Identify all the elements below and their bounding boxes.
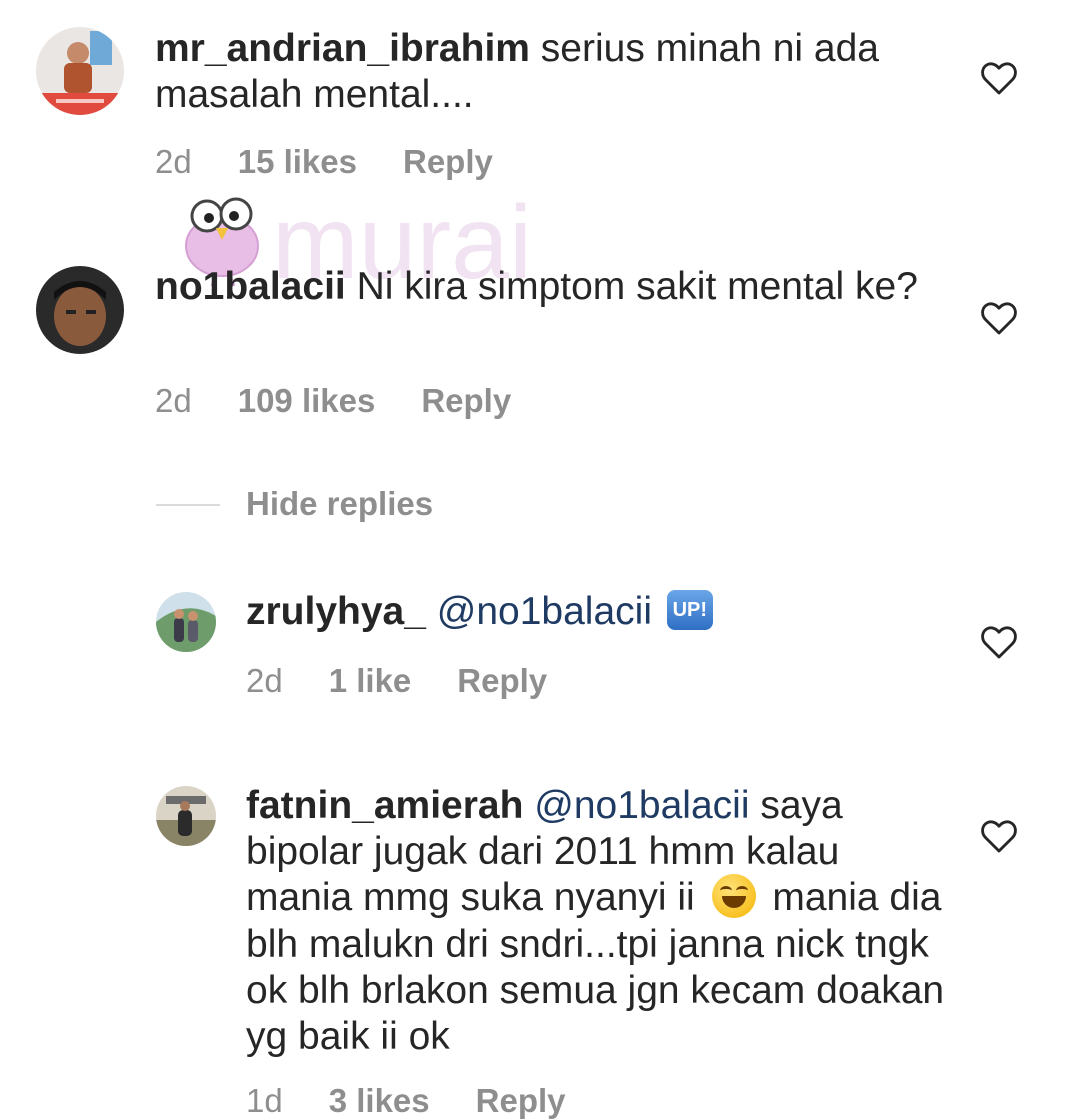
reply-button[interactable]: Reply <box>403 143 493 180</box>
avatar[interactable] <box>156 592 216 652</box>
reply-meta: 1d 3 likes Reply <box>246 1082 612 1120</box>
avatar[interactable] <box>36 266 124 354</box>
heart-icon[interactable] <box>980 60 1018 96</box>
reply-button[interactable]: Reply <box>457 662 547 699</box>
reply-time: 1d <box>246 1082 283 1119</box>
comment-username[interactable]: mr_andrian_ibrahim <box>155 27 530 70</box>
avatar[interactable] <box>156 786 216 846</box>
hide-replies-button[interactable]: Hide replies <box>246 485 433 523</box>
heart-icon[interactable] <box>980 818 1018 854</box>
reply-button[interactable]: Reply <box>421 382 511 419</box>
comment-username[interactable]: no1balacii <box>155 265 346 308</box>
comment-likes[interactable]: 109 likes <box>238 382 376 419</box>
reply-likes[interactable]: 1 like <box>329 662 412 699</box>
comment-meta: 2d 15 likes Reply <box>155 143 539 181</box>
mention-link[interactable]: @no1balacii <box>437 590 652 633</box>
hide-replies-divider <box>156 504 220 506</box>
comment-meta: 2d 109 likes Reply <box>155 382 557 420</box>
comment-text: no1balacii Ni kira simptom sakit mental … <box>155 264 955 310</box>
reply-likes[interactable]: 3 likes <box>329 1082 430 1119</box>
comment-text: mr_andrian_ibrahim serius minah ni ada m… <box>155 26 955 118</box>
comment-likes[interactable]: 15 likes <box>238 143 357 180</box>
heart-icon[interactable] <box>980 624 1018 660</box>
heart-icon[interactable] <box>980 300 1018 336</box>
reply-username[interactable]: zrulyhya_ <box>246 590 426 633</box>
mention-link[interactable]: @no1balacii <box>534 784 749 827</box>
avatar[interactable] <box>36 27 124 115</box>
reply-text: fatnin_amierah @no1balacii saya bipolar … <box>246 783 946 1060</box>
up-emoji-icon: UP! <box>666 589 713 630</box>
comment-time: 2d <box>155 143 192 180</box>
reply-button[interactable]: Reply <box>476 1082 566 1119</box>
comment-time: 2d <box>155 382 192 419</box>
reply-meta: 2d 1 like Reply <box>246 662 593 700</box>
laughing-emoji-icon <box>711 873 756 918</box>
reply-text: zrulyhya_ @no1balacii UP! <box>246 589 946 635</box>
comment-body: Ni kira simptom sakit mental ke? <box>345 265 918 308</box>
reply-username[interactable]: fatnin_amierah <box>246 784 523 827</box>
reply-time: 2d <box>246 662 283 699</box>
